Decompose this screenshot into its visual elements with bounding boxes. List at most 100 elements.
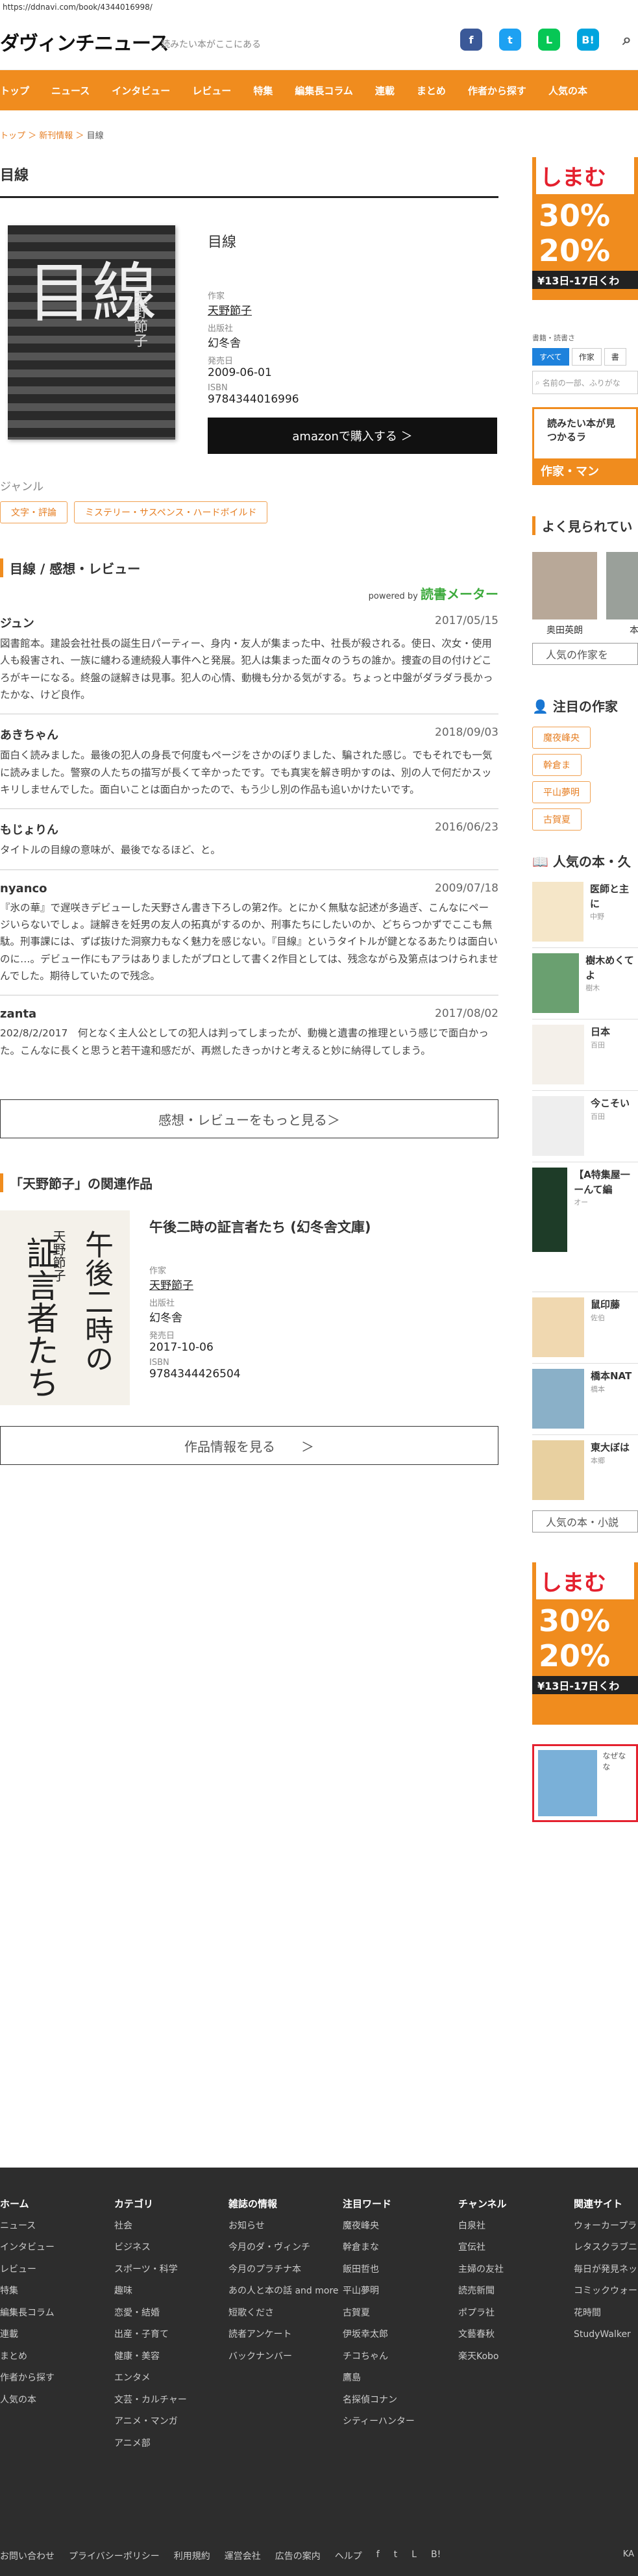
book-rank-item[interactable]: 東大ぼは 本郷: [532, 1435, 638, 1507]
footer-link[interactable]: レビュー: [0, 2259, 55, 2281]
nav-item[interactable]: 特集: [242, 84, 284, 97]
footer-link[interactable]: 作者から探す: [0, 2368, 55, 2390]
footer-hatena-icon[interactable]: B!: [431, 2549, 441, 2562]
footer-link[interactable]: 魔夜峰央: [343, 2216, 415, 2238]
attention-tag[interactable]: 幹倉ま: [532, 754, 582, 776]
book-rank-item[interactable]: 【A特集屋一ーんて編 オー: [532, 1162, 638, 1292]
footer-link-ads[interactable]: 広告の案内: [275, 2549, 321, 2562]
footer-link[interactable]: ニュース: [0, 2216, 55, 2238]
footer-link[interactable]: 毎日が発見ネット: [574, 2259, 638, 2281]
footer-link[interactable]: 鷹島: [343, 2368, 415, 2390]
footer-link[interactable]: 伊坂幸太郎: [343, 2324, 415, 2346]
footer-link-contact[interactable]: お問い合わせ: [0, 2549, 55, 2562]
footer-link[interactable]: チコちゃん: [343, 2346, 415, 2368]
attention-tag[interactable]: 平山夢明: [532, 781, 591, 803]
nav-item[interactable]: 人気の本: [537, 84, 598, 97]
footer-link[interactable]: 平山夢明: [343, 2281, 415, 2303]
footer-link[interactable]: 花時間: [574, 2303, 638, 2325]
footer-link[interactable]: 白泉社: [458, 2216, 507, 2238]
footer-link[interactable]: 文藝春秋: [458, 2324, 507, 2346]
footer-link[interactable]: ポプラ社: [458, 2303, 507, 2325]
breadcrumb-cat[interactable]: 新刊情報: [39, 131, 73, 141]
author-card[interactable]: 本谷: [606, 552, 638, 636]
amazon-button[interactable]: amazonで購入する ＞: [208, 418, 497, 454]
footer-link[interactable]: 飯田哲也: [343, 2259, 415, 2281]
footer-link[interactable]: あの人と本の話 and more: [228, 2281, 339, 2303]
breadcrumb-home[interactable]: トップ: [0, 131, 25, 141]
footer-link[interactable]: レタスクラブニ: [574, 2237, 638, 2259]
review-user[interactable]: もじょりん: [0, 821, 58, 838]
author-link[interactable]: 天野節子: [149, 1276, 493, 1292]
footer-link[interactable]: 健康・美容: [114, 2346, 187, 2368]
url-bar[interactable]: https://ddnavi.com/book/4344016998/: [0, 0, 638, 14]
nav-item[interactable]: トップ: [0, 84, 40, 97]
footer-link[interactable]: 出産・子育て: [114, 2324, 187, 2346]
book-rank-item[interactable]: 医師と主に 中野: [532, 877, 638, 948]
nav-item[interactable]: 連載: [364, 84, 406, 97]
footer-link[interactable]: バックナンバー: [228, 2346, 339, 2368]
book-rank-item[interactable]: 日本 百田: [532, 1019, 638, 1091]
attention-tag[interactable]: 古賀夏: [532, 808, 582, 831]
footer-link-privacy[interactable]: プライバシーポリシー: [69, 2549, 160, 2562]
book-rank-item[interactable]: 樹木めくてよ 樹木: [532, 948, 638, 1019]
genre-tag[interactable]: ミステリー・サスペンス・ハードボイルド: [74, 501, 268, 523]
footer-line-icon[interactable]: L: [411, 2549, 417, 2562]
footer-link[interactable]: 宣伝社: [458, 2237, 507, 2259]
footer-col-title[interactable]: カテゴリ: [114, 2194, 187, 2216]
footer-link[interactable]: 読売新聞: [458, 2281, 507, 2303]
popular-books-button[interactable]: 人気の本・小説: [532, 1510, 638, 1532]
search-icon[interactable]: ⌕: [616, 29, 638, 51]
twitter-icon[interactable]: t: [499, 29, 521, 51]
site-logo[interactable]: ダヴィンチニュース: [0, 27, 169, 56]
footer-link[interactable]: アニメ・マンガ: [114, 2411, 187, 2433]
footer-link[interactable]: ウォーカープラ: [574, 2216, 638, 2238]
footer-link[interactable]: 楽天Kobo: [458, 2346, 507, 2368]
review-user[interactable]: ジュン: [0, 614, 34, 631]
shimamura-ad[interactable]: しまむ 30% 20% ¥13日-17日くわ: [532, 157, 638, 300]
footer-link-terms[interactable]: 利用規約: [174, 2549, 210, 2562]
nav-item[interactable]: 編集長コラム: [284, 84, 364, 97]
footer-link[interactable]: インタビュー: [0, 2237, 55, 2259]
footer-link[interactable]: 社会: [114, 2216, 187, 2238]
footer-link[interactable]: お知らせ: [228, 2216, 339, 2238]
footer-link[interactable]: 編集長コラム: [0, 2303, 55, 2325]
facebook-icon[interactable]: f: [460, 29, 482, 51]
footer-link[interactable]: StudyWalker: [574, 2324, 638, 2346]
footer-link[interactable]: シティーハンター: [343, 2411, 415, 2433]
footer-link[interactable]: 人気の本: [0, 2390, 55, 2412]
nav-item[interactable]: まとめ: [406, 84, 457, 97]
footer-link[interactable]: 連載: [0, 2324, 55, 2346]
popular-authors-button[interactable]: 人気の作家を: [532, 643, 638, 665]
hatena-icon[interactable]: B!: [577, 29, 599, 51]
footer-col-title[interactable]: 関連サイト: [574, 2194, 638, 2216]
line-icon[interactable]: L: [538, 29, 560, 51]
footer-link[interactable]: エンタメ: [114, 2368, 187, 2390]
footer-link[interactable]: まとめ: [0, 2346, 55, 2368]
nav-item[interactable]: 作者から探す: [457, 84, 537, 97]
footer-link[interactable]: コミックウォーカー: [574, 2281, 638, 2303]
tab-book[interactable]: 書: [604, 348, 626, 366]
ad-banner-2[interactable]: なぜなな: [532, 1744, 638, 1822]
nav-item[interactable]: レビュー: [181, 84, 242, 97]
footer-link[interactable]: 恋愛・結婚: [114, 2303, 187, 2325]
footer-twitter-icon[interactable]: t: [394, 2549, 398, 2562]
footer-link[interactable]: 読者アンケート: [228, 2324, 339, 2346]
footer-link[interactable]: 趣味: [114, 2281, 187, 2303]
shimamura-ad-2[interactable]: しまむ 30% 20% ¥13日-17日くわ: [532, 1562, 638, 1725]
review-user[interactable]: zanta: [0, 1007, 36, 1021]
search-input[interactable]: ⌕ 名前の一部、ふりがな: [532, 371, 638, 394]
book-rank-item[interactable]: 鼠印藤 佐伯: [532, 1292, 638, 1364]
footer-link[interactable]: 短歌くださ: [228, 2303, 339, 2325]
nav-item[interactable]: ニュース: [40, 84, 101, 97]
footer-link[interactable]: 主婦の友社: [458, 2259, 507, 2281]
footer-link-help[interactable]: ヘルプ: [335, 2549, 362, 2562]
footer-link[interactable]: 名探偵コナン: [343, 2390, 415, 2412]
footer-link[interactable]: アニメ部: [114, 2433, 187, 2455]
footer-link-company[interactable]: 運営会社: [225, 2549, 261, 2562]
footer-link[interactable]: 文芸・カルチャー: [114, 2390, 187, 2412]
related-title[interactable]: 午後二時の証言者たち (幻冬舎文庫): [149, 1217, 493, 1236]
author-card[interactable]: 奥田英朗: [532, 552, 597, 636]
tab-author[interactable]: 作家: [571, 348, 602, 366]
more-reviews-button[interactable]: 感想・レビューをもっと見る＞: [0, 1099, 498, 1139]
book-rank-item[interactable]: 橋本NAT 橋本: [532, 1364, 638, 1435]
